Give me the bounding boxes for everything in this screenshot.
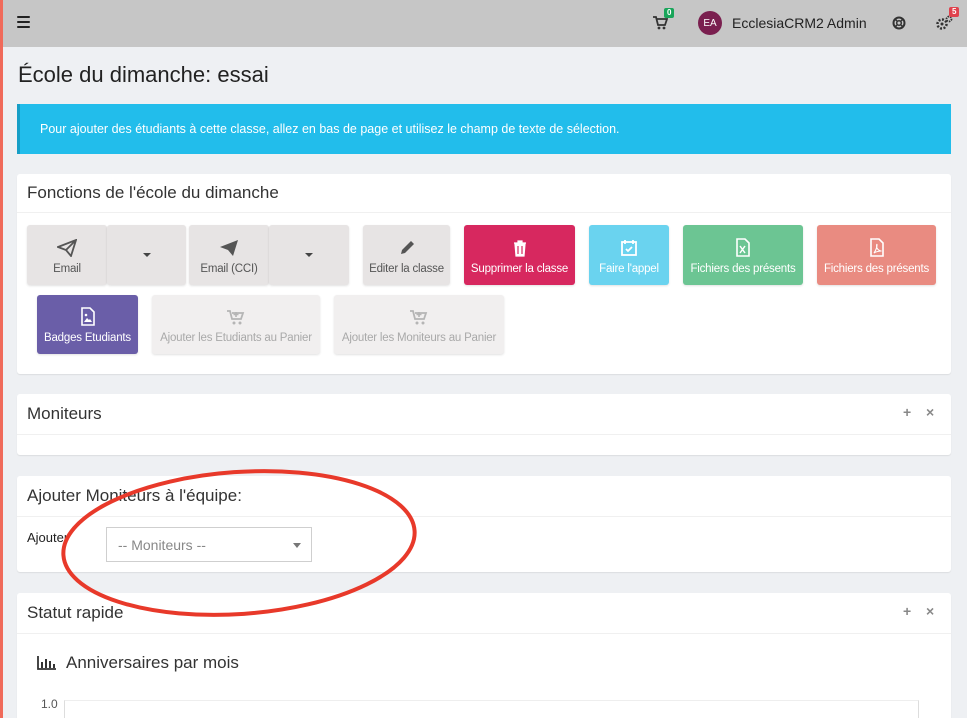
chart-title: Anniversaires par mois <box>66 653 239 672</box>
cart-count-badge: 0 <box>664 8 675 18</box>
add-teachers-box-title: Ajouter Moniteurs à l'équipe: <box>27 486 242 505</box>
add-teachers-cart-button[interactable]: Ajouter les Moniteurs au Panier <box>334 295 504 354</box>
quick-status-box-title: Statut rapide <box>27 603 124 622</box>
trash-icon <box>513 240 526 257</box>
expand-plus-icon[interactable]: + <box>903 404 911 420</box>
paper-plane-outline-icon <box>57 239 77 257</box>
chevron-down-icon <box>142 253 151 257</box>
email-bcc-button-label: Email (CCI) <box>200 263 258 275</box>
attendance-excel-button[interactable]: Fichiers des présents <box>683 225 803 285</box>
student-badges-button[interactable]: Badges Etudiants <box>37 295 138 354</box>
attendance-pdf-button[interactable]: Fichiers des présents <box>817 225 936 285</box>
email-bcc-button[interactable]: Email (CCI) <box>189 225 269 285</box>
edit-class-button[interactable]: Editer la classe <box>363 225 450 285</box>
info-alert: Pour ajouter des étudiants à cette class… <box>17 104 951 154</box>
pencil-icon <box>400 241 414 254</box>
student-badges-button-label: Badges Etudiants <box>44 332 131 344</box>
teachers-box-title: Moniteurs <box>27 404 102 423</box>
settings-gears-icon[interactable] <box>935 15 953 31</box>
box-divider <box>17 212 951 213</box>
user-menu-name[interactable]: EcclesiaCRM2 Admin <box>732 15 867 31</box>
teachers-box: Moniteurs + × <box>17 394 951 455</box>
close-x-icon[interactable]: × <box>926 603 934 619</box>
email-dropdown-toggle[interactable] <box>107 225 186 285</box>
left-accent-bar <box>0 0 3 718</box>
functions-box-title: Fonctions de l'école du dimanche <box>27 183 279 202</box>
calendar-check-icon <box>621 240 637 256</box>
box-divider <box>17 516 951 517</box>
cart-plus-icon <box>227 310 245 325</box>
help-lifering-icon[interactable] <box>892 16 906 30</box>
attendance-button[interactable]: Faire l'appel <box>589 225 669 285</box>
file-pdf-icon <box>869 238 884 257</box>
file-image-icon <box>80 307 95 326</box>
cart-plus-icon <box>410 310 428 325</box>
attendance-button-label: Faire l'appel <box>599 263 659 275</box>
add-students-cart-button[interactable]: Ajouter les Etudiants au Panier <box>152 295 320 354</box>
chart-plot-area <box>64 700 919 718</box>
teachers-select[interactable]: -- Moniteurs -- <box>106 527 312 562</box>
chevron-down-icon <box>305 253 313 257</box>
email-button-label: Email <box>53 263 81 275</box>
attendance-excel-button-label: Fichiers des présents <box>690 263 796 275</box>
bar-chart-icon <box>37 656 56 670</box>
close-x-icon[interactable]: × <box>926 404 934 420</box>
expand-plus-icon[interactable]: + <box>903 603 911 619</box>
delete-class-button[interactable]: Supprimer la classe <box>464 225 575 285</box>
file-excel-icon <box>736 238 750 257</box>
teachers-select-value: -- Moniteurs -- <box>118 537 206 553</box>
chevron-down-icon <box>293 543 301 548</box>
add-students-cart-button-label: Ajouter les Etudiants au Panier <box>160 332 312 344</box>
box-divider <box>17 633 951 634</box>
add-teachers-cart-button-label: Ajouter les Moniteurs au Panier <box>341 332 497 344</box>
email-bcc-dropdown-toggle[interactable] <box>269 225 349 285</box>
edit-class-button-label: Editer la classe <box>369 263 444 275</box>
box-divider <box>17 434 951 435</box>
add-label: Ajouter <box>27 530 69 545</box>
settings-count-badge: 5 <box>949 7 960 17</box>
menu-toggle-icon[interactable] <box>17 16 30 28</box>
chart-ytick-label: 1.0 <box>41 697 58 711</box>
avatar[interactable]: EA <box>698 11 722 35</box>
paper-plane-icon <box>220 240 238 256</box>
delete-class-button-label: Supprimer la classe <box>470 263 569 275</box>
attendance-pdf-button-label: Fichiers des présents <box>823 263 930 275</box>
page-title: École du dimanche: essai <box>18 62 269 87</box>
email-button[interactable]: Email <box>27 225 107 285</box>
